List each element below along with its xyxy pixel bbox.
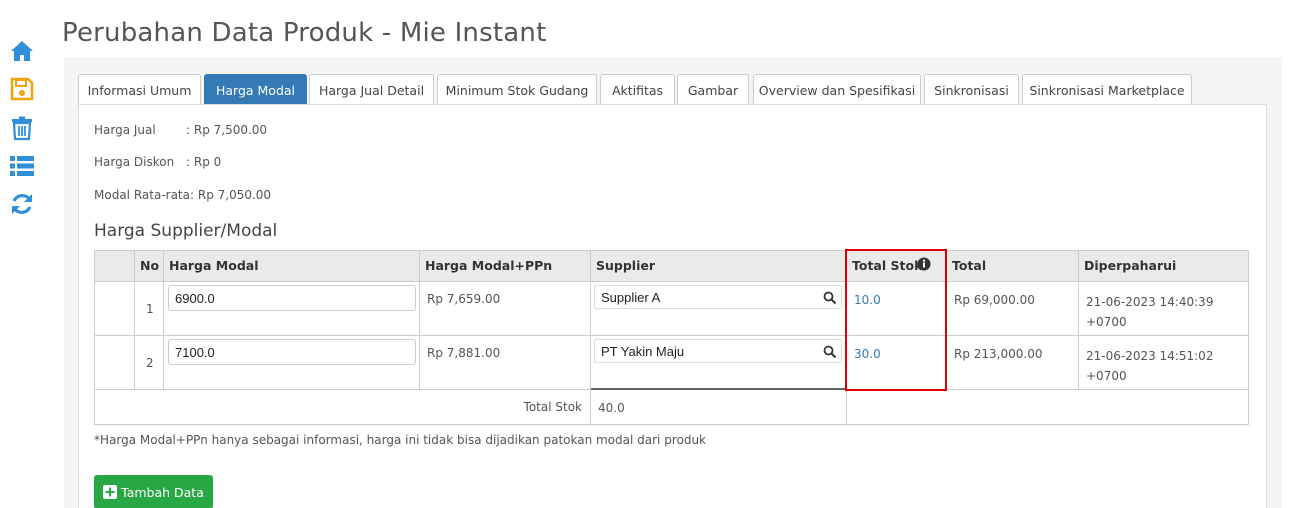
- harga-jual-value: : Rp 7,500.00: [186, 123, 268, 137]
- tab-harga-jual-detail[interactable]: Harga Jual Detail: [309, 74, 434, 105]
- header-select: [94, 250, 135, 282]
- header-diperbaharui: Diperpaharui: [1079, 250, 1249, 282]
- footnote: *Harga Modal+PPn hanya sebagai informasi…: [94, 433, 706, 447]
- supplier-value: PT Yakin Maju: [601, 344, 685, 359]
- info-icon[interactable]: [917, 257, 931, 271]
- header-harga-modal: Harga Modal: [164, 250, 420, 282]
- row-2-total: Rp 213,000.00: [947, 336, 1079, 390]
- tab-minimum-stok-gudang[interactable]: Minimum Stok Gudang: [437, 74, 597, 105]
- save-icon[interactable]: [9, 76, 35, 102]
- modal-rata-rata-value: Rp 7,050.00: [197, 188, 272, 202]
- home-icon[interactable]: [9, 38, 35, 64]
- row-1-supplier-cell: Supplier A: [591, 282, 847, 336]
- row-2-total-stok[interactable]: 30.0: [847, 336, 947, 390]
- row-2-diperbaharui: 21-06-2023 14:51:02 +0700: [1079, 336, 1249, 390]
- footer-total-stok-value: 40.0: [591, 390, 847, 425]
- tab-sinkronisasi-marketplace[interactable]: Sinkronisasi Marketplace: [1022, 74, 1192, 105]
- row-2-harga-modal-cell: [164, 336, 420, 390]
- supplier-select[interactable]: Supplier A: [594, 285, 842, 309]
- row-1-diperbaharui: 21-06-2023 14:40:39 +0700: [1079, 282, 1249, 336]
- tambah-data-button[interactable]: Tambah Data: [94, 475, 213, 508]
- harga-jual-label: Harga Jual: [94, 123, 156, 137]
- header-total: Total: [947, 250, 1079, 282]
- row-2-harga-modal-ppn: Rp 7,881.00: [420, 336, 591, 390]
- harga-jual-row: Harga Jual : Rp 7,500.00: [94, 123, 267, 137]
- header-total-stok: Total Stok: [847, 250, 947, 282]
- harga-diskon-value: : Rp 0: [186, 155, 222, 169]
- header-supplier: Supplier: [591, 250, 847, 282]
- search-icon[interactable]: [823, 291, 837, 305]
- row-2-updated-tz: +0700: [1086, 369, 1127, 383]
- tab-sinkronisasi[interactable]: Sinkronisasi: [924, 74, 1019, 105]
- row-1-total: Rp 69,000.00: [947, 282, 1079, 336]
- row-1-harga-modal-ppn: Rp 7,659.00: [420, 282, 591, 336]
- row-1-select[interactable]: [94, 282, 135, 336]
- trash-icon[interactable]: [9, 115, 35, 141]
- tab-aktifitas[interactable]: Aktifitas: [600, 74, 675, 105]
- harga-modal-input[interactable]: [168, 339, 416, 365]
- header-total-stok-label: Total Stok: [852, 258, 923, 273]
- tab-overview-spesifikasi[interactable]: Overview dan Spesifikasi: [753, 74, 921, 105]
- footer-empty: [847, 390, 1249, 425]
- row-2-select[interactable]: [94, 336, 135, 390]
- supplier-select[interactable]: PT Yakin Maju: [594, 339, 842, 363]
- supplier-value: Supplier A: [601, 290, 661, 305]
- row-1-updated-tz: +0700: [1086, 315, 1127, 329]
- row-1-total-stok[interactable]: 10.0: [847, 282, 947, 336]
- row-1-updated-date: 21-06-2023 14:40:39: [1086, 295, 1214, 309]
- harga-modal-input[interactable]: [168, 285, 416, 311]
- row-2-updated-date: 21-06-2023 14:51:02: [1086, 349, 1214, 363]
- search-icon[interactable]: [823, 345, 837, 359]
- sync-icon[interactable]: [9, 191, 35, 217]
- footer-total-stok-label: Total Stok: [94, 390, 591, 425]
- row-2-supplier-cell: PT Yakin Maju: [591, 336, 847, 390]
- list-icon[interactable]: [9, 153, 35, 179]
- tab-harga-modal[interactable]: Harga Modal: [204, 74, 307, 105]
- header-no: No: [135, 250, 164, 282]
- modal-rata-rata-row: Modal Rata-rata: Rp 7,050.00: [94, 188, 271, 202]
- header-harga-modal-ppn: Harga Modal+PPn: [420, 250, 591, 282]
- row-1-harga-modal-cell: [164, 282, 420, 336]
- harga-diskon-row: Harga Diskon : Rp 0: [94, 155, 221, 169]
- row-1-no: 1: [135, 282, 164, 336]
- section-title: Harga Supplier/Modal: [94, 221, 278, 241]
- tab-informasi-umum[interactable]: Informasi Umum: [78, 74, 201, 105]
- page-title: Perubahan Data Produk - Mie Instant: [62, 18, 547, 48]
- tab-gambar[interactable]: Gambar: [677, 74, 749, 105]
- plus-square-icon: [103, 485, 118, 499]
- modal-rata-rata-label: Modal Rata-rata:: [94, 188, 195, 202]
- harga-supplier-table: No Harga Modal Harga Modal+PPn Supplier …: [94, 250, 1249, 425]
- tambah-data-label: Tambah Data: [121, 484, 204, 500]
- row-2-no: 2: [135, 336, 164, 390]
- harga-diskon-label: Harga Diskon: [94, 155, 175, 169]
